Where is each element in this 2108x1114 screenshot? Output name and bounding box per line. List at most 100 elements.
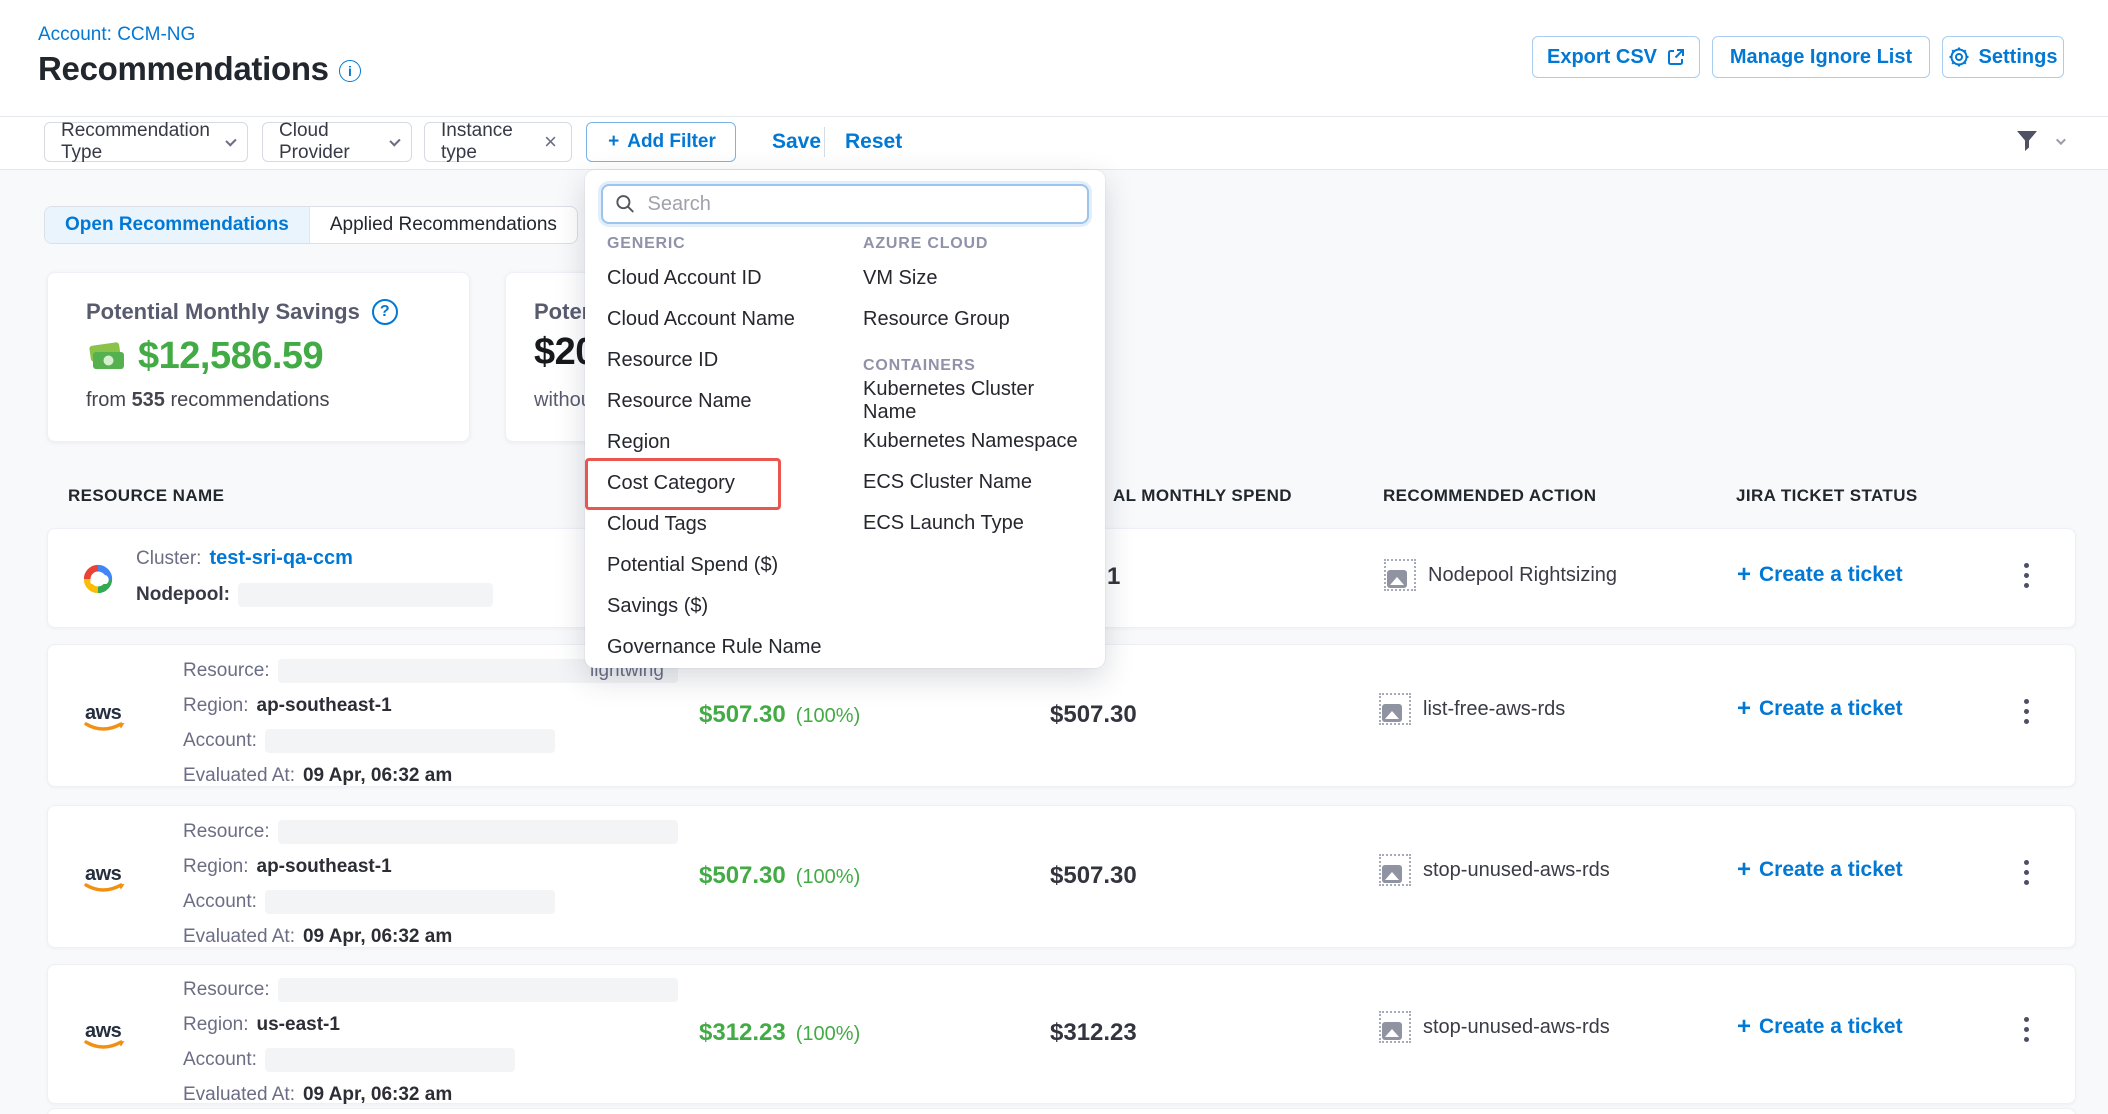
savings-subtitle: from 535 recommendations — [86, 389, 329, 412]
export-csv-button[interactable]: Export CSV — [1532, 36, 1700, 78]
pill-label: Recommendation Type — [61, 120, 214, 164]
filter-pill-recommendation-type[interactable]: Recommendation Type — [44, 122, 248, 162]
help-icon[interactable]: ? — [372, 299, 398, 325]
filter-option-savings[interactable]: Savings ($) — [607, 586, 847, 627]
filter-option-kubernetes-namespace[interactable]: Kubernetes Namespace — [863, 421, 1093, 462]
savings-percent: (100%) — [796, 705, 860, 728]
reset-filter-link[interactable]: Reset — [845, 130, 902, 154]
resource-label: Resource: — [183, 821, 270, 843]
create-ticket-link[interactable]: + Create a ticket — [1737, 561, 1903, 589]
kebab-menu[interactable] — [2020, 559, 2033, 592]
filter-option-resource-id[interactable]: Resource ID — [607, 340, 847, 381]
savings-sub-suffix: recommendations — [171, 389, 330, 411]
create-ticket-label: Create a ticket — [1759, 563, 1903, 587]
redacted-resource-value — [278, 820, 678, 844]
recommendations-page: Account: CCM-NG Recommendations i Export… — [0, 0, 2108, 1114]
tab-open-recommendations[interactable]: Open Recommendations — [45, 207, 309, 243]
settings-label: Settings — [1979, 46, 2058, 69]
redacted-account-value — [265, 890, 555, 914]
info-icon[interactable]: i — [339, 60, 361, 82]
filter-option-resource-group[interactable]: Resource Group — [863, 299, 1093, 340]
page-title-text: Recommendations — [38, 50, 329, 88]
filter-option-cost-category[interactable]: Cost Category — [607, 463, 847, 504]
column-header-monthly-spend: AL MONTHLY SPEND — [1113, 486, 1292, 506]
table-row-partial — [47, 1108, 2076, 1114]
redacted-nodepool-value — [238, 583, 493, 607]
filter-option-governance-rule-name[interactable]: Governance Rule Name — [607, 627, 847, 668]
filter-option-cloud-tags[interactable]: Cloud Tags — [607, 504, 847, 545]
kebab-menu[interactable] — [2020, 856, 2033, 889]
filter-option-kubernetes-cluster-name[interactable]: Kubernetes Cluster Name — [863, 380, 1093, 421]
recommended-action-label: Nodepool Rightsizing — [1428, 564, 1617, 587]
filter-search-box[interactable] — [601, 184, 1089, 224]
filter-option-potential-spend[interactable]: Potential Spend ($) — [607, 545, 847, 586]
manage-ignore-list-label: Manage Ignore List — [1730, 46, 1912, 69]
filter-funnel-button[interactable] — [2014, 128, 2063, 154]
filter-pill-instance-type[interactable]: Instance type × — [424, 122, 572, 162]
monthly-savings-value: $312.23 — [699, 1019, 786, 1047]
money-icon — [86, 341, 128, 373]
table-row: aws Resource: Region:us-east-1 Account: … — [47, 964, 2076, 1104]
save-filter-link[interactable]: Save — [772, 130, 821, 154]
create-ticket-label: Create a ticket — [1759, 858, 1903, 882]
account-label: Account: — [183, 730, 257, 752]
add-filter-button[interactable]: + Add Filter — [586, 122, 736, 162]
monthly-spend-value: $507.30 — [1050, 862, 1137, 890]
kebab-menu[interactable] — [2020, 1013, 2033, 1046]
chevron-down-icon — [389, 135, 401, 147]
recommended-action-label: stop-unused-aws-rds — [1423, 859, 1610, 882]
close-icon[interactable]: × — [544, 131, 557, 153]
tab-applied-recommendations[interactable]: Applied Recommendations — [309, 207, 577, 243]
create-ticket-link[interactable]: + Create a ticket — [1737, 856, 1903, 884]
plus-icon: + — [1737, 561, 1751, 589]
recommended-action-label: stop-unused-aws-rds — [1423, 1016, 1610, 1039]
evaluated-at-label: Evaluated At: — [183, 926, 295, 948]
create-ticket-link[interactable]: + Create a ticket — [1737, 1013, 1903, 1041]
filter-option-cloud-account-id[interactable]: Cloud Account ID — [607, 258, 847, 299]
chevron-down-icon — [225, 135, 237, 147]
svg-text:aws: aws — [85, 863, 122, 885]
svg-text:aws: aws — [85, 1020, 122, 1042]
filter-option-vm-size[interactable]: VM Size — [863, 258, 1093, 299]
region-value: us-east-1 — [257, 1014, 340, 1036]
filter-search-input[interactable] — [646, 192, 1075, 217]
settings-button[interactable]: Settings — [1942, 36, 2064, 78]
region-value: ap-southeast-1 — [257, 695, 392, 717]
filter-option-resource-name[interactable]: Resource Name — [607, 381, 847, 422]
redacted-resource-value — [278, 978, 678, 1002]
create-ticket-link[interactable]: + Create a ticket — [1737, 695, 1903, 723]
section-title-azure-cloud: AZURE CLOUD — [863, 230, 1093, 258]
image-placeholder-icon — [1384, 559, 1416, 591]
savings-amount: $12,586.59 — [138, 335, 323, 378]
aws-logo-icon: aws — [80, 858, 132, 900]
recommendations-tabs: Open Recommendations Applied Recommendat… — [44, 206, 578, 244]
manage-ignore-list-button[interactable]: Manage Ignore List — [1712, 36, 1930, 78]
column-header-resource-name: RESOURCE NAME — [68, 486, 224, 506]
region-label: Region: — [183, 856, 249, 878]
filter-option-ecs-launch-type[interactable]: ECS Launch Type — [863, 503, 1093, 544]
search-icon — [615, 193, 636, 215]
kebab-menu[interactable] — [2020, 695, 2033, 728]
nodepool-label: Nodepool: — [136, 584, 230, 606]
pill-label: Instance type — [441, 120, 532, 164]
account-label: Account: — [183, 891, 257, 913]
column-header-recommended-action: RECOMMENDED ACTION — [1383, 486, 1596, 506]
savings-sub-prefix: from — [86, 389, 126, 411]
filter-pill-cloud-provider[interactable]: Cloud Provider — [262, 122, 412, 162]
filter-option-cloud-account-name[interactable]: Cloud Account Name — [607, 299, 847, 340]
cluster-name-link[interactable]: test-sri-qa-ccm — [209, 547, 352, 570]
filter-option-region[interactable]: Region — [607, 422, 847, 463]
redacted-account-value — [265, 1048, 515, 1072]
breadcrumb[interactable]: Account: CCM-NG — [38, 24, 195, 46]
add-filter-label: Add Filter — [627, 131, 716, 153]
monthly-savings-value: $507.30 — [699, 862, 786, 890]
export-csv-label: Export CSV — [1547, 46, 1657, 69]
plus-icon: + — [1737, 695, 1751, 723]
dropdown-column-right: AZURE CLOUD VM Size Resource Group CONTA… — [863, 230, 1093, 544]
image-placeholder-icon — [1379, 854, 1411, 886]
savings-percent: (100%) — [796, 1023, 860, 1046]
filter-option-ecs-cluster-name[interactable]: ECS Cluster Name — [863, 462, 1093, 503]
svg-text:aws: aws — [85, 702, 122, 724]
account-label: Account: — [183, 1049, 257, 1071]
dropdown-column-left: GENERIC Cloud Account ID Cloud Account N… — [607, 230, 847, 668]
